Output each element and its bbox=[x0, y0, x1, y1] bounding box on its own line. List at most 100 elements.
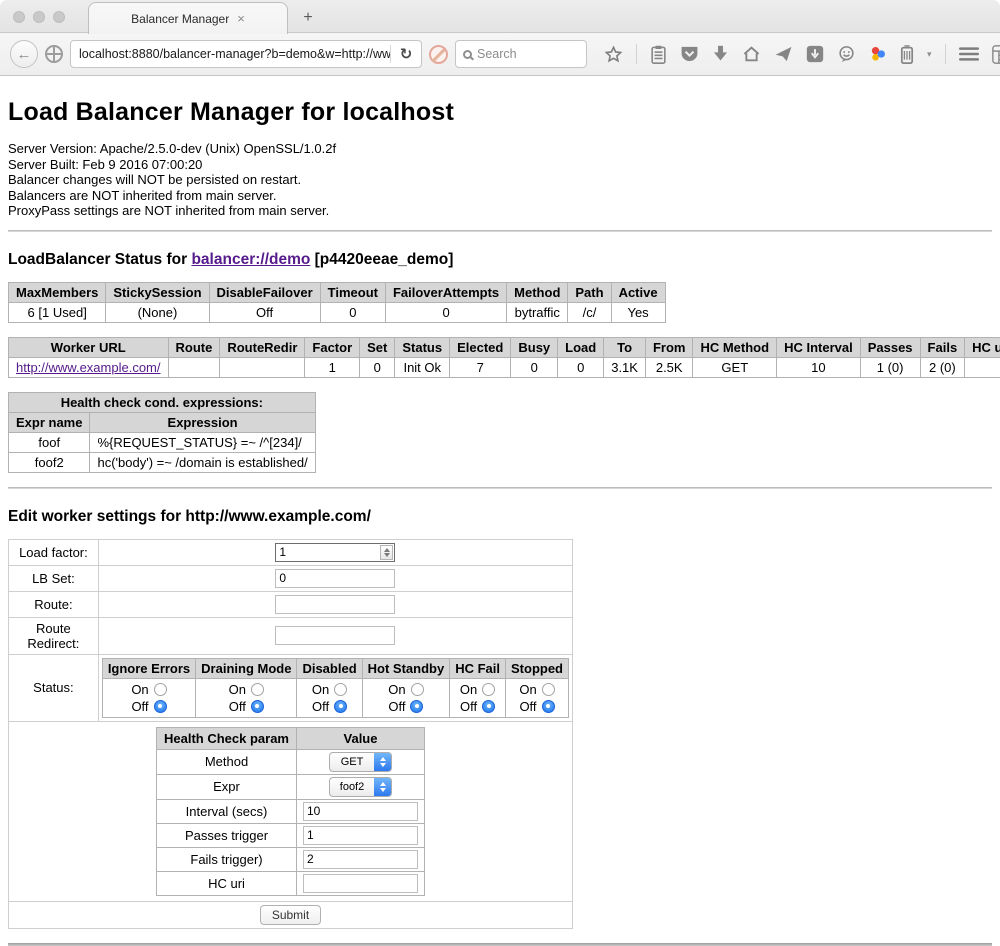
url-text[interactable]: localhost:8880/balancer-manager?b=demo&w… bbox=[71, 47, 390, 61]
radio-option: Off bbox=[201, 698, 291, 715]
hc-expr-label: Expr bbox=[157, 774, 297, 799]
search-input[interactable]: Search bbox=[455, 40, 587, 68]
column-header-value: Value bbox=[297, 727, 425, 749]
container-icon[interactable] bbox=[900, 45, 914, 64]
column-header-hc-interval: HC Interval bbox=[777, 337, 861, 357]
extension-download-icon[interactable] bbox=[806, 45, 824, 63]
route-input[interactable] bbox=[275, 595, 395, 614]
field-value-cell bbox=[98, 591, 572, 617]
grid-icon[interactable] bbox=[992, 45, 1000, 64]
hc-value-cell bbox=[297, 847, 425, 871]
new-tab-button[interactable] bbox=[296, 8, 320, 28]
hc-uri-input[interactable] bbox=[303, 874, 418, 893]
radio-option: On bbox=[108, 681, 190, 698]
hc-fails-label: Fails trigger) bbox=[157, 847, 297, 871]
close-window-button[interactable] bbox=[13, 11, 25, 23]
stepper-down-icon[interactable] bbox=[384, 553, 390, 557]
hc-interval-input[interactable] bbox=[303, 802, 418, 821]
colored-dots-icon[interactable] bbox=[869, 45, 887, 63]
status-stopped-off-radio[interactable] bbox=[542, 700, 555, 713]
worker-url-link[interactable]: http://www.example.com/ bbox=[16, 360, 161, 375]
load-factor-input[interactable] bbox=[275, 543, 395, 562]
table-row: Passes trigger bbox=[157, 823, 425, 847]
column-header-from: From bbox=[645, 337, 693, 357]
search-placeholder: Search bbox=[477, 47, 517, 61]
clipboard-icon[interactable] bbox=[650, 45, 667, 64]
tab-balancer-manager[interactable]: Balancer Manager bbox=[88, 2, 288, 34]
hc-value-cell bbox=[297, 823, 425, 847]
stepper-icon[interactable] bbox=[380, 545, 393, 560]
status-ignore-errors-off-radio[interactable] bbox=[154, 700, 167, 713]
reload-icon[interactable] bbox=[391, 45, 421, 63]
status-cell-hot-standby: OnOff bbox=[362, 678, 450, 717]
status-ignore-errors-on-radio[interactable] bbox=[154, 683, 167, 696]
toolbar-separator bbox=[945, 44, 946, 64]
submit-button[interactable]: Submit bbox=[260, 905, 321, 925]
bookmark-star-icon[interactable] bbox=[604, 45, 623, 64]
search-icon bbox=[463, 50, 472, 59]
url-bar[interactable]: localhost:8880/balancer-manager?b=demo&w… bbox=[70, 40, 422, 68]
balancer-status-heading: LoadBalancer Status for balancer://demo … bbox=[8, 251, 992, 269]
radio-option: On bbox=[302, 681, 356, 698]
hc-expr-select[interactable]: foof2 bbox=[329, 777, 392, 797]
status-hot-standby-on-radio[interactable] bbox=[411, 683, 424, 696]
hc-passes-label: Passes trigger bbox=[157, 823, 297, 847]
edit-worker-form: Load factor:LB Set:Route:Route Redirect:… bbox=[8, 539, 573, 929]
zoom-window-button[interactable] bbox=[53, 11, 65, 23]
lb-set-label: LB Set: bbox=[9, 565, 99, 591]
cell: 2.5K bbox=[645, 357, 693, 377]
blocked-icon[interactable] bbox=[429, 45, 448, 64]
status-cell-draining-mode: OnOff bbox=[196, 678, 297, 717]
health-check-expressions-table: Health check cond. expressions: Expr nam… bbox=[8, 392, 316, 473]
radio-label: On bbox=[519, 682, 536, 697]
tab-title: Balancer Manager bbox=[131, 12, 229, 26]
back-icon[interactable] bbox=[10, 40, 38, 68]
status-hc-fail-off-radio[interactable] bbox=[482, 700, 495, 713]
cell bbox=[965, 357, 1000, 377]
pocket-icon[interactable] bbox=[680, 45, 699, 63]
field-value-cell bbox=[98, 617, 572, 654]
hc-method-select[interactable]: GET bbox=[329, 752, 392, 772]
cell: bytraffic bbox=[507, 302, 568, 322]
status-hot-standby-off-radio[interactable] bbox=[410, 700, 423, 713]
home-icon[interactable] bbox=[742, 45, 761, 63]
hc-value-cell bbox=[297, 871, 425, 895]
send-icon[interactable] bbox=[774, 45, 793, 63]
status-row: Status: Ignore ErrorsDraining ModeDisabl… bbox=[9, 654, 573, 721]
chat-icon[interactable] bbox=[837, 45, 856, 63]
status-hc-fail-on-radio[interactable] bbox=[482, 683, 495, 696]
radio-label: On bbox=[229, 682, 246, 697]
lb-set-input[interactable] bbox=[275, 569, 395, 588]
status-draining-mode-off-radio[interactable] bbox=[251, 700, 264, 713]
route-redirect-row: Route Redirect: bbox=[9, 617, 573, 654]
page-title: Load Balancer Manager for localhost bbox=[8, 98, 992, 127]
column-header-routeredir: RouteRedir bbox=[220, 337, 305, 357]
status-disabled-on-radio[interactable] bbox=[334, 683, 347, 696]
cell bbox=[168, 357, 220, 377]
balancer-demo-link[interactable]: balancer://demo bbox=[191, 251, 310, 268]
status-draining-mode-on-radio[interactable] bbox=[251, 683, 264, 696]
column-header-stopped: Stopped bbox=[506, 658, 569, 678]
route-row: Route: bbox=[9, 591, 573, 617]
hc-passes-input[interactable] bbox=[303, 826, 418, 845]
radio-option: On bbox=[455, 681, 500, 698]
download-icon[interactable] bbox=[712, 45, 729, 63]
column-header-method: Method bbox=[507, 282, 568, 302]
window-controls[interactable] bbox=[13, 11, 65, 23]
route-redirect-input[interactable] bbox=[275, 626, 395, 645]
stepper-up-icon[interactable] bbox=[384, 548, 390, 552]
hc-fails-input[interactable] bbox=[303, 850, 418, 869]
cell: 10 bbox=[777, 357, 861, 377]
health-check-param-table: Health Check paramValue MethodGETExprfoo… bbox=[156, 727, 425, 896]
status-stopped-on-radio[interactable] bbox=[542, 683, 555, 696]
table-row: Fails trigger) bbox=[157, 847, 425, 871]
minimize-window-button[interactable] bbox=[33, 11, 45, 23]
radio-option: On bbox=[201, 681, 291, 698]
column-header-failoverattempts: FailoverAttempts bbox=[385, 282, 506, 302]
cell: 1 bbox=[305, 357, 360, 377]
close-tab-icon[interactable] bbox=[237, 12, 245, 25]
overflow-caret-icon[interactable] bbox=[927, 49, 932, 60]
arrow-up-icon bbox=[380, 782, 386, 786]
status-disabled-off-radio[interactable] bbox=[334, 700, 347, 713]
menu-icon[interactable] bbox=[959, 46, 979, 62]
